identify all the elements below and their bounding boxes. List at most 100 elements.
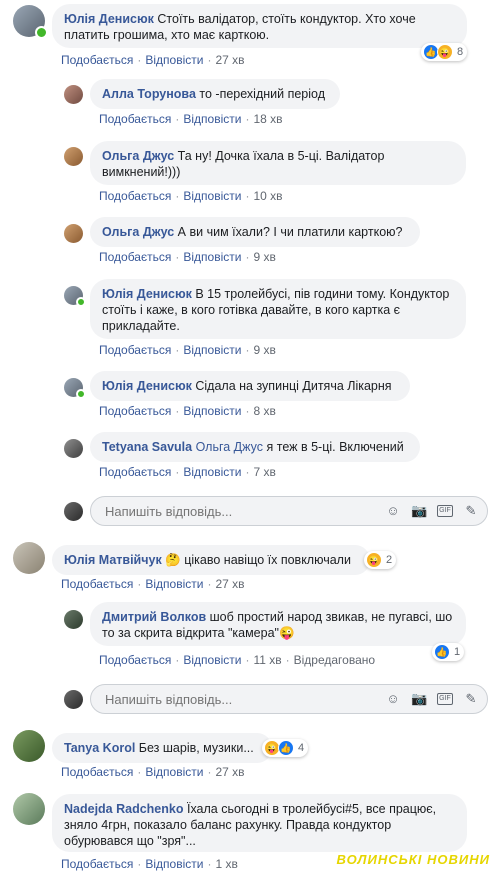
comment-bubble: Nadejda Radchenko Їхала сьогодні в троле… <box>52 794 467 852</box>
like-button[interactable]: Подобається <box>61 53 133 67</box>
comment-time[interactable]: 18 хв <box>253 112 282 126</box>
like-button[interactable]: Подобається <box>61 857 133 871</box>
like-button[interactable]: Подобається <box>99 653 171 667</box>
reply-button[interactable]: Відповісти <box>145 765 203 779</box>
comment-author[interactable]: Tetyana Savula <box>102 440 192 454</box>
haha-icon: 😜 <box>366 552 382 568</box>
reply-input[interactable] <box>103 503 347 520</box>
comment-time[interactable]: 10 хв <box>253 189 282 203</box>
comment-bubble: Юлія Денисюк Сідала на зупинці Дитяча Лі… <box>90 371 410 401</box>
comment-bubble: Алла Торунова то -перехідний період <box>90 79 340 109</box>
reaction-summary[interactable]: 👍 😜 8 <box>421 43 468 61</box>
reply-button[interactable]: Відповісти <box>183 250 241 264</box>
comment-author[interactable]: Ольга Джус <box>102 225 174 239</box>
like-button[interactable]: Подобається <box>61 577 133 591</box>
sticker-icon[interactable]: ✎ <box>463 503 479 519</box>
camera-icon[interactable]: 📷 <box>411 691 427 707</box>
comment-author[interactable]: Юлія Денисюк <box>102 379 192 393</box>
avatar[interactable] <box>13 793 45 825</box>
comment-actions: Подобається · Відповісти · 1 хв <box>61 857 238 871</box>
avatar[interactable] <box>64 224 83 243</box>
comment-text: 🤔 цікаво навіщо їх повключали <box>165 553 351 567</box>
comment-author[interactable]: Юлія Матвійчук <box>64 553 162 567</box>
comment-time[interactable]: 8 хв <box>253 404 275 418</box>
like-button[interactable]: Подобається <box>99 343 171 357</box>
comment-time[interactable]: 27 хв <box>215 577 244 591</box>
comment-author[interactable]: Алла Торунова <box>102 87 196 101</box>
online-indicator <box>35 26 48 39</box>
comment-bubble: Дмитрий Волков шоб простий народ звикав,… <box>90 602 466 646</box>
camera-icon[interactable]: 📷 <box>411 503 427 519</box>
comment-bubble: Юлія Денисюк В 15 тролейбусі, пів години… <box>90 279 466 339</box>
comment-bubble: Tetyana Savula Ольга Джус я теж в 5-ці. … <box>90 432 420 462</box>
current-user-avatar <box>64 690 83 709</box>
reply-box[interactable]: ☺ 📷 GIF ✎ <box>90 496 488 526</box>
avatar[interactable] <box>64 610 83 629</box>
avatar[interactable] <box>64 147 83 166</box>
comment-actions: Подобається · Відповісти · 8 хв <box>99 404 276 418</box>
reply-input[interactable] <box>103 691 347 708</box>
comment-author[interactable]: Юлія Денисюк <box>102 287 192 301</box>
reply-button[interactable]: Відповісти <box>183 112 241 126</box>
edited-label[interactable]: Відредаговано <box>294 653 375 667</box>
reply-button[interactable]: Відповісти <box>183 653 241 667</box>
like-button[interactable]: Подобається <box>99 189 171 203</box>
avatar[interactable] <box>64 85 83 104</box>
like-button[interactable]: Подобається <box>99 112 171 126</box>
comment-author[interactable]: Ольга Джус <box>102 149 174 163</box>
reply-button[interactable]: Відповісти <box>183 343 241 357</box>
comment-time[interactable]: 9 хв <box>253 343 275 357</box>
comment-author[interactable]: Дмитрий Волков <box>102 610 206 624</box>
comment-time[interactable]: 27 хв <box>215 53 244 67</box>
comment-actions: Подобається · Відповісти · 18 хв <box>99 112 283 126</box>
reply-button[interactable]: Відповісти <box>183 404 241 418</box>
emoji-icon[interactable]: ☺ <box>385 691 401 707</box>
comment-actions: Подобається · Відповісти · 7 хв <box>99 465 276 479</box>
comment-text: Сідала на зупинці Дитяча Лікарня <box>195 379 392 393</box>
comment-time[interactable]: 7 хв <box>253 465 275 479</box>
comment-bubble: Ольга Джус Та ну! Дочка їхала в 5-ці. Ва… <box>90 141 466 185</box>
watermark: ВОЛИНСЬКІ НОВИНИ <box>336 852 490 867</box>
comment-time[interactable]: 11 хв <box>253 653 281 667</box>
like-button[interactable]: Подобається <box>99 250 171 264</box>
gif-icon[interactable]: GIF <box>437 505 453 517</box>
comment-time[interactable]: 1 хв <box>215 857 237 871</box>
emoji-icon[interactable]: ☺ <box>385 503 401 519</box>
comment-author[interactable]: Юлія Денисюк <box>64 12 154 26</box>
comment-text: я теж в 5-ці. Включений <box>266 440 404 454</box>
comment-time[interactable]: 27 хв <box>215 765 244 779</box>
reaction-count: 2 <box>386 554 393 566</box>
reply-box[interactable]: ☺ 📷 GIF ✎ <box>90 684 488 714</box>
reaction-summary[interactable]: 😜 👍 4 <box>262 739 309 757</box>
comment-actions: Подобається · Відповісти · 9 хв <box>99 343 276 357</box>
comment-actions: Подобається · Відповісти · 27 хв <box>61 577 245 591</box>
reply-button[interactable]: Відповісти <box>183 189 241 203</box>
reply-button[interactable]: Відповісти <box>183 465 241 479</box>
reply-button[interactable]: Відповісти <box>145 857 203 871</box>
like-button[interactable]: Подобається <box>61 765 133 779</box>
avatar[interactable] <box>64 439 83 458</box>
comment-time[interactable]: 9 хв <box>253 250 275 264</box>
avatar[interactable] <box>13 730 45 762</box>
comment-author[interactable]: Nadejda Radchenko <box>64 802 183 816</box>
comment-actions: Подобається · Відповісти · 27 хв <box>61 765 245 779</box>
sticker-icon[interactable]: ✎ <box>463 691 479 707</box>
reply-button[interactable]: Відповісти <box>145 577 203 591</box>
gif-icon[interactable]: GIF <box>437 693 453 705</box>
comment-actions: Подобається · Відповісти · 27 хв <box>61 53 245 67</box>
reaction-summary[interactable]: 😜 2 <box>364 551 397 569</box>
comment-bubble: Tanya Korol Без шарів, музики... <box>52 733 272 763</box>
reply-button[interactable]: Відповісти <box>145 53 203 67</box>
comment-bubble: Юлія Денисюк Стоїть валідатор, стоїть ко… <box>52 4 467 48</box>
reaction-count: 8 <box>457 46 464 58</box>
like-button[interactable]: Подобається <box>99 465 171 479</box>
comment-author[interactable]: Tanya Korol <box>64 741 135 755</box>
comment-text: то -перехідний період <box>199 87 325 101</box>
haha-icon: 😜 <box>437 44 453 60</box>
comment-mention[interactable]: Ольга Джус <box>196 440 263 454</box>
reaction-count: 4 <box>298 742 305 754</box>
reaction-summary[interactable]: 👍 1 <box>432 643 465 661</box>
like-button[interactable]: Подобається <box>99 404 171 418</box>
current-user-avatar <box>64 502 83 521</box>
avatar[interactable] <box>13 542 45 574</box>
